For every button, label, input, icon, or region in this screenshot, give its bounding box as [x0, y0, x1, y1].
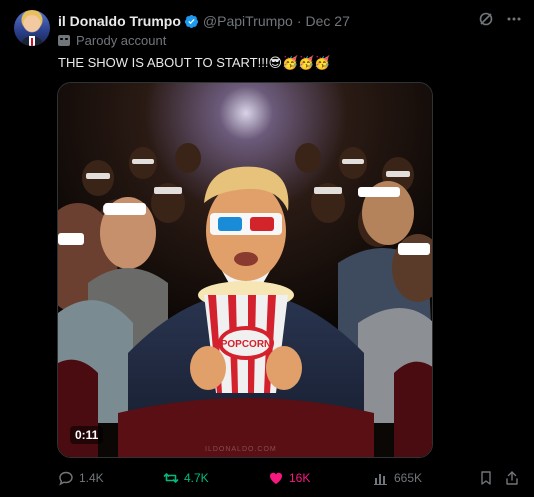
- header-actions: [478, 11, 522, 27]
- video-watermark: ILDONALDO.COM: [205, 446, 277, 453]
- video-frame: POPCORN: [58, 83, 432, 457]
- like-count: 16K: [289, 471, 311, 485]
- grok-icon[interactable]: [478, 11, 494, 27]
- repost-count: 4.7K: [184, 471, 209, 485]
- reply-count: 1.4K: [79, 471, 104, 485]
- separator-dot: ·: [296, 13, 302, 29]
- reply-button[interactable]: 1.4K: [58, 470, 104, 486]
- bookmark-icon: [481, 471, 491, 485]
- author-handle[interactable]: @PapiTrumpo: [203, 13, 293, 29]
- parody-label: Parody account: [58, 33, 166, 48]
- share-button[interactable]: [504, 470, 520, 486]
- author-avatar[interactable]: [14, 10, 50, 46]
- like-button[interactable]: 16K: [268, 470, 310, 486]
- post-header: il Donaldo Trumpo @PapiTrumpo · Dec 27: [58, 11, 522, 31]
- views-button[interactable]: 665K: [373, 470, 422, 486]
- video-duration: 0:11: [70, 426, 104, 444]
- parody-mask-icon: [58, 35, 70, 46]
- video-player[interactable]: POPCORN: [57, 82, 433, 458]
- parody-label-text: Parody account: [76, 33, 167, 48]
- author-display-name[interactable]: il Donaldo Trumpo: [58, 13, 181, 29]
- repost-icon: [163, 473, 179, 483]
- share-icon: [506, 471, 518, 485]
- svg-text:POPCORN: POPCORN: [221, 339, 272, 350]
- views-chart-icon: [374, 474, 387, 485]
- repost-button[interactable]: 4.7K: [163, 470, 209, 486]
- verified-badge-icon[interactable]: [184, 14, 199, 29]
- reply-icon: [59, 471, 73, 486]
- post: il Donaldo Trumpo @PapiTrumpo · Dec 27 P…: [0, 0, 534, 497]
- bookmark-button[interactable]: [478, 470, 494, 486]
- post-text: THE SHOW IS ABOUT TO START!!!😎🥳🥳🥳: [58, 55, 331, 70]
- heart-icon: [269, 472, 283, 484]
- action-bar: 1.4K 4.7K 16K 665K: [58, 468, 520, 488]
- more-options-icon[interactable]: [506, 11, 522, 27]
- avatar-tie: [31, 38, 33, 46]
- views-count: 665K: [394, 471, 423, 485]
- post-date[interactable]: Dec 27: [306, 13, 350, 29]
